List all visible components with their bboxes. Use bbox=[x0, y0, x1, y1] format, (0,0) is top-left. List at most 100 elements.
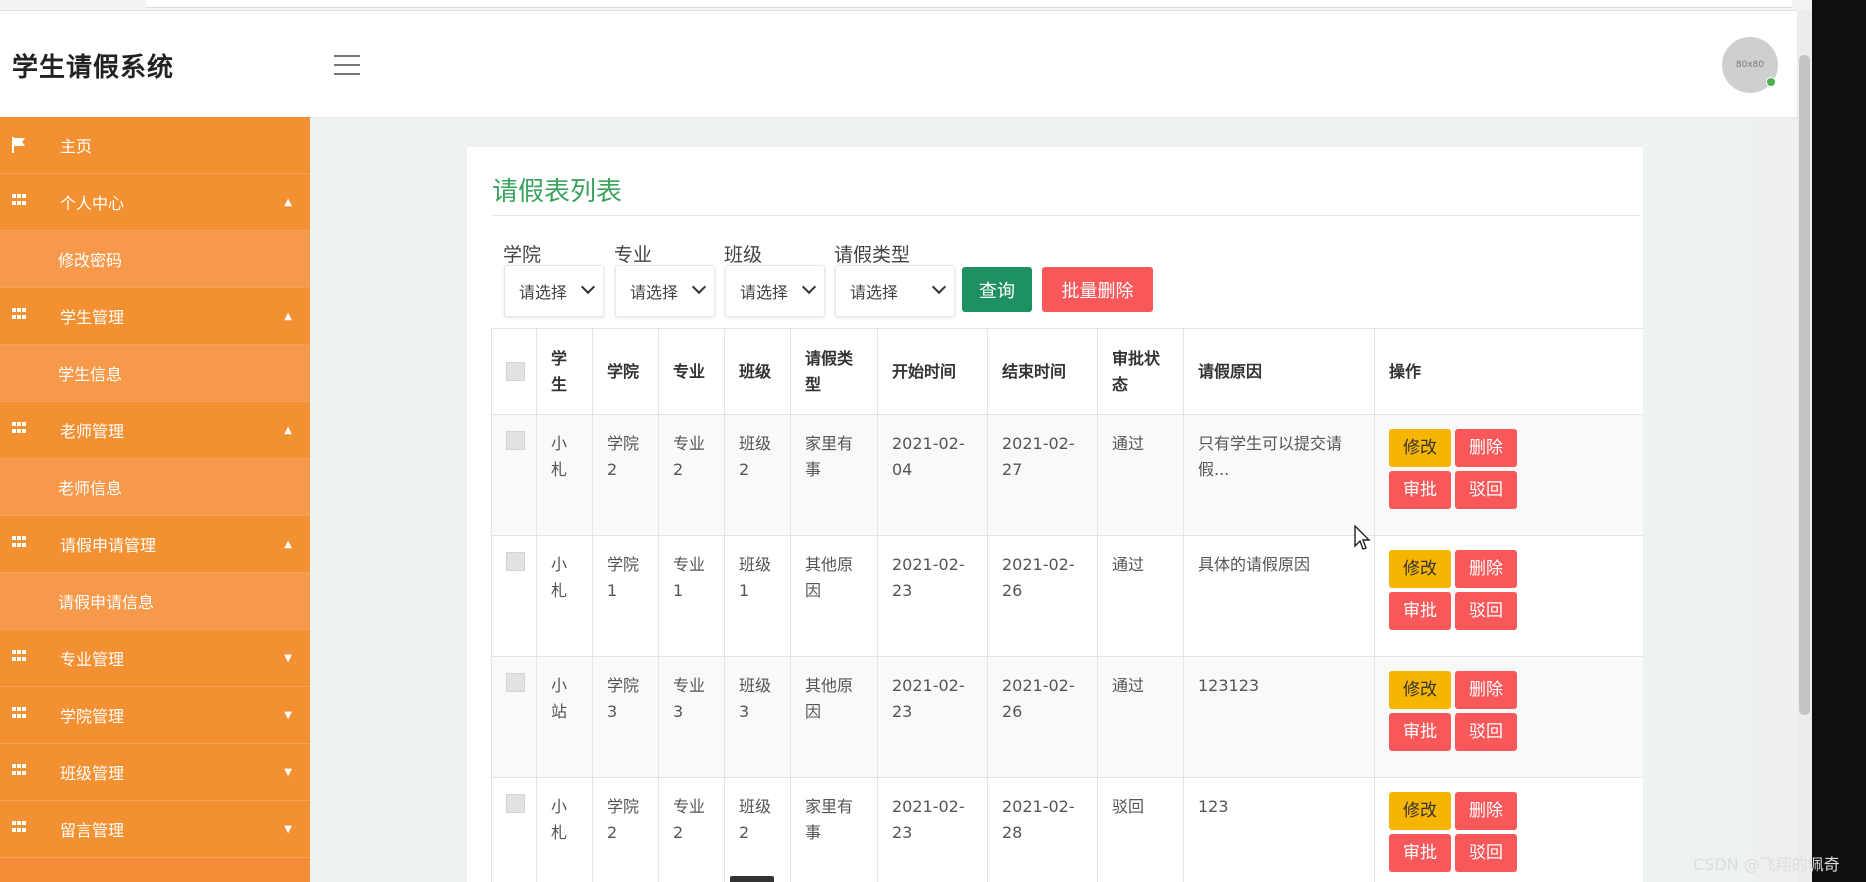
cell-college: 学院2 bbox=[592, 777, 659, 882]
content-right-gutter bbox=[1754, 117, 1794, 882]
cell-student: 小站 bbox=[536, 656, 593, 778]
row-checkbox[interactable] bbox=[506, 431, 525, 450]
batch-delete-button[interactable]: 批量删除 bbox=[1042, 267, 1153, 312]
row-checkbox[interactable] bbox=[506, 673, 525, 692]
select-all-checkbox[interactable] bbox=[506, 362, 525, 381]
edit-button[interactable]: 修改 bbox=[1389, 550, 1451, 588]
delete-button[interactable]: 删除 bbox=[1455, 429, 1517, 467]
cell-reason: 只有学生可以提交请假... bbox=[1183, 414, 1375, 536]
leave-table: 学生 学院 专业 班级 请假类型 开始时间 结束时间 审批状态 请假原因 操作 … bbox=[491, 328, 1643, 882]
sidebar-item-1[interactable]: 个人中心 ▲ bbox=[0, 174, 310, 231]
delete-button[interactable]: 删除 bbox=[1455, 671, 1517, 709]
table-row[interactable]: 小札 学院2 专业2 班级2 家里有事 2021-02-23 2021-02-28 驳回 123… bbox=[491, 777, 1643, 882]
title-divider bbox=[492, 215, 1640, 216]
query-button[interactable]: 查询 bbox=[962, 267, 1032, 312]
sidebar-item-10[interactable]: 学院管理 ▼ bbox=[0, 687, 310, 744]
avatar[interactable]: 80x80 bbox=[1722, 37, 1778, 93]
table-row[interactable]: 小站 学院3 专业3 班级3 其他原因 2021-02-23 2021-02-26 通过 123… bbox=[491, 656, 1643, 778]
grid-icon bbox=[12, 194, 27, 207]
college-select[interactable]: 请选择 bbox=[504, 265, 604, 317]
cell-major: 专业3 bbox=[658, 656, 725, 778]
sidebar-item-7[interactable]: 请假申请管理 ▲ bbox=[0, 516, 310, 573]
page-title: 请假表列表 bbox=[492, 177, 623, 207]
sidebar-item-6[interactable]: 老师信息 bbox=[0, 459, 310, 516]
cell-actions: 修改 删除 审批 驳回 bbox=[1374, 656, 1643, 778]
sidebar-item-3[interactable]: 学生管理 ▲ bbox=[0, 288, 310, 345]
sidebar-item-label: 留言管理 bbox=[60, 821, 125, 840]
edit-button[interactable]: 修改 bbox=[1389, 671, 1451, 709]
cell-college: 学院1 bbox=[592, 535, 659, 657]
approve-button[interactable]: 审批 bbox=[1389, 834, 1451, 872]
sidebar-item-9[interactable]: 专业管理 ▼ bbox=[0, 630, 310, 687]
watermark: CSDN @飞翔的佩奇 bbox=[1693, 855, 1840, 874]
cell-status: 通过 bbox=[1097, 414, 1184, 536]
cell-end-time: 2021-02-27 bbox=[987, 414, 1098, 536]
cell-class: 班级2 bbox=[724, 414, 791, 536]
sidebar-item-label: 学生信息 bbox=[58, 365, 123, 384]
row-checkbox[interactable] bbox=[506, 794, 525, 813]
reject-button[interactable]: 驳回 bbox=[1455, 713, 1517, 751]
page-scrollbar[interactable] bbox=[1797, 10, 1812, 882]
reject-button[interactable]: 驳回 bbox=[1455, 471, 1517, 509]
sidebar-item-label: 请假申请信息 bbox=[58, 593, 155, 612]
col-header-actions: 操作 bbox=[1374, 328, 1643, 415]
app-window: 学生请假系统 80x80 主页个人中心 ▲ 修改密码学生管理 ▲ 学生信息老师管理 ▲ 老师… bbox=[0, 0, 1812, 882]
menu-toggle-icon[interactable] bbox=[334, 55, 360, 75]
caret-down-icon: ▼ bbox=[284, 652, 292, 664]
reject-button[interactable]: 驳回 bbox=[1455, 834, 1517, 872]
delete-button[interactable]: 删除 bbox=[1455, 550, 1517, 588]
caret-down-icon: ▼ bbox=[284, 709, 292, 721]
cell-reason: 123123 bbox=[1183, 656, 1375, 778]
cell-reason: 具体的请假原因 bbox=[1183, 535, 1375, 657]
sidebar-item-4[interactable]: 学生信息 bbox=[0, 345, 310, 402]
row-checkbox[interactable] bbox=[506, 552, 525, 571]
sidebar-item-label: 专业管理 bbox=[60, 650, 125, 669]
row-select-cell bbox=[491, 777, 537, 882]
delete-button[interactable]: 删除 bbox=[1455, 792, 1517, 830]
table-row[interactable]: 小札 学院1 专业1 班级1 其他原因 2021-02-23 2021-02-26 通过 具体的… bbox=[491, 535, 1643, 657]
scrollbar-thumb[interactable] bbox=[1799, 55, 1810, 715]
approve-button[interactable]: 审批 bbox=[1389, 471, 1451, 509]
major-select-value: 请选择 bbox=[630, 283, 679, 302]
grid-icon bbox=[12, 308, 27, 321]
approve-button[interactable]: 审批 bbox=[1389, 592, 1451, 630]
sidebar-item-label: 学生管理 bbox=[60, 308, 125, 327]
cell-end-time: 2021-02-26 bbox=[987, 535, 1098, 657]
sidebar-item-label: 个人中心 bbox=[60, 194, 125, 213]
col-header-status: 审批状态 bbox=[1097, 328, 1184, 415]
app-title: 学生请假系统 bbox=[12, 53, 175, 83]
reject-button[interactable]: 驳回 bbox=[1455, 592, 1517, 630]
major-select[interactable]: 请选择 bbox=[615, 265, 715, 317]
sidebar-item-5[interactable]: 老师管理 ▲ bbox=[0, 402, 310, 459]
caret-up-icon: ▲ bbox=[284, 310, 292, 322]
col-header-student: 学生 bbox=[536, 328, 593, 415]
sidebar-item-8[interactable]: 请假申请信息 bbox=[0, 573, 310, 630]
cell-class: 班级3 bbox=[724, 656, 791, 778]
edit-button[interactable]: 修改 bbox=[1389, 429, 1451, 467]
sidebar-item-0[interactable]: 主页 bbox=[0, 117, 310, 174]
cell-major: 专业2 bbox=[658, 414, 725, 536]
cell-status: 驳回 bbox=[1097, 777, 1184, 882]
sidebar-item-12[interactable]: 留言管理 ▼ bbox=[0, 801, 310, 858]
sidebar-item-11[interactable]: 班级管理 ▼ bbox=[0, 744, 310, 801]
sidebar-item-2[interactable]: 修改密码 bbox=[0, 231, 310, 288]
grid-icon bbox=[12, 650, 27, 663]
caret-up-icon: ▲ bbox=[284, 196, 292, 208]
filter-label-class: 班级 bbox=[724, 244, 763, 266]
select-all-cell bbox=[491, 328, 537, 415]
cell-actions: 修改 删除 审批 驳回 bbox=[1374, 777, 1643, 882]
class-select[interactable]: 请选择 bbox=[725, 265, 825, 317]
online-status-dot bbox=[1766, 77, 1776, 87]
table-row[interactable]: 小札 学院2 专业2 班级2 家里有事 2021-02-04 2021-02-27 通过 只有学… bbox=[491, 414, 1643, 536]
edit-button[interactable]: 修改 bbox=[1389, 792, 1451, 830]
avatar-placeholder-text: 80x80 bbox=[1735, 60, 1765, 70]
browser-top-strip bbox=[0, 0, 1812, 11]
sidebar-item-label: 主页 bbox=[60, 137, 93, 156]
row-select-cell bbox=[491, 656, 537, 778]
row-select-cell bbox=[491, 535, 537, 657]
leave-type-select[interactable]: 请选择 bbox=[835, 265, 955, 317]
cell-class: 班级2 bbox=[724, 777, 791, 882]
cell-end-time: 2021-02-28 bbox=[987, 777, 1098, 882]
sidebar-item-label: 学院管理 bbox=[60, 707, 125, 726]
approve-button[interactable]: 审批 bbox=[1389, 713, 1451, 751]
